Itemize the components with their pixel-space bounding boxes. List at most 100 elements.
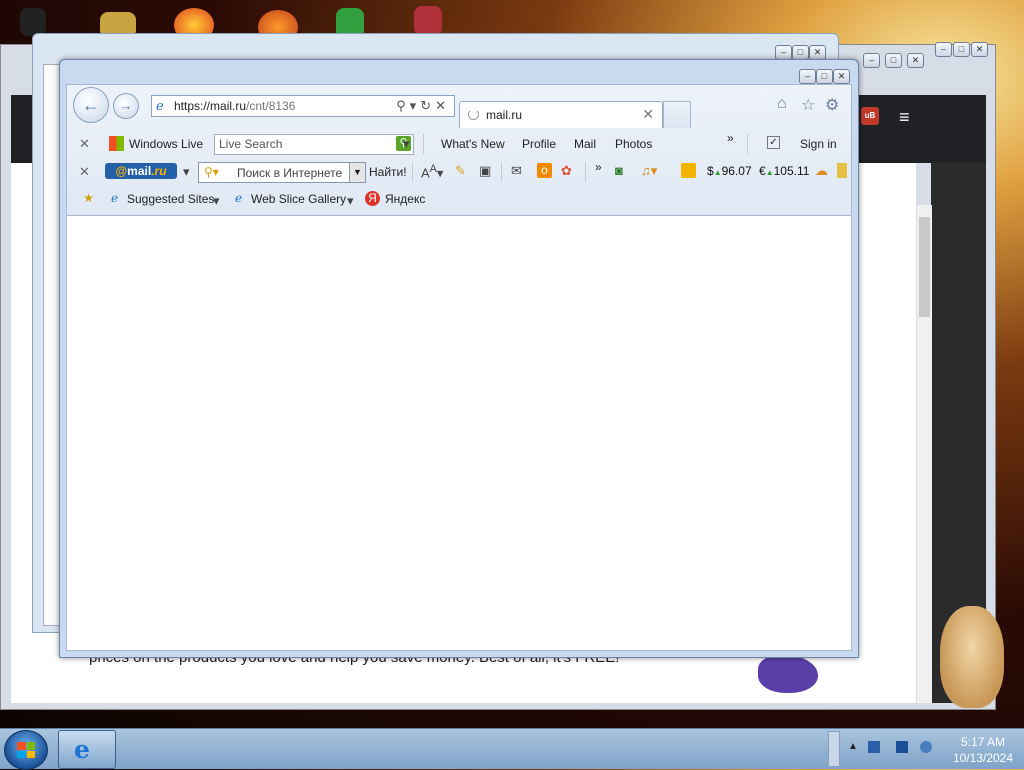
ie-icon: e xyxy=(74,735,90,764)
home-icon[interactable]: ⌂ xyxy=(777,95,787,113)
bgie-minimize-button[interactable]: – xyxy=(775,45,792,60)
tab-mailru[interactable]: mail.ru ✕ xyxy=(459,101,663,128)
music-icon[interactable]: ♫▾ xyxy=(641,163,657,179)
menu-icon[interactable]: ≡ xyxy=(899,107,910,128)
bg2-maximize-button[interactable]: □ xyxy=(953,42,970,57)
more-chevron[interactable]: » xyxy=(595,160,602,174)
eur-rate[interactable]: €▲105.11 xyxy=(759,164,809,178)
favorites-star-icon[interactable]: ☆ xyxy=(801,95,815,115)
page-content[interactable] xyxy=(66,215,852,651)
purple-mascot xyxy=(758,655,818,693)
divider xyxy=(412,162,413,182)
mailru-search-input[interactable]: ⚲▾ Поиск в Интернете ▼ xyxy=(198,162,366,183)
bg-maximize-button[interactable]: □ xyxy=(885,53,902,68)
bg2-close-button[interactable]: ✕ xyxy=(971,42,988,57)
address-bar[interactable]: ℯ https://mail.ru/cnt/8136 ⚲▾↻✕ xyxy=(151,95,455,117)
toolbar-close-icon[interactable]: ✕ xyxy=(79,164,90,180)
mail-icon[interactable]: ✉ xyxy=(511,163,522,179)
new-tab-button[interactable] xyxy=(663,101,691,128)
clock-date: 10/13/2024 xyxy=(952,751,1014,765)
link-profile[interactable]: Profile xyxy=(522,137,556,151)
search-dropdown-icon[interactable]: ▾ xyxy=(403,136,410,152)
hamster-mascot xyxy=(940,606,1004,708)
dropdown-icon[interactable]: ▾ xyxy=(213,193,220,209)
bg-close-button[interactable]: ✕ xyxy=(907,53,924,68)
close-button[interactable]: ✕ xyxy=(833,69,850,84)
scroll-thumb[interactable] xyxy=(919,217,930,317)
flag-icon[interactable] xyxy=(868,741,880,753)
start-button[interactable] xyxy=(4,730,48,770)
search-icon[interactable]: ⚲ xyxy=(396,98,410,113)
minimize-button[interactable]: – xyxy=(799,69,816,84)
desktop-icon-red[interactable] xyxy=(414,6,442,36)
volume-icon[interactable] xyxy=(920,741,932,753)
address-url[interactable]: https://mail.ru/cnt/8136 xyxy=(174,99,295,113)
forward-button[interactable]: → xyxy=(113,93,139,119)
link-whats-new[interactable]: What's New xyxy=(441,137,505,151)
ie-toolbar-area: ← → ℯ https://mail.ru/cnt/8136 ⚲▾↻✕ mail… xyxy=(66,84,852,216)
tray-scroll-icon[interactable] xyxy=(828,731,840,767)
ie-page-icon: ℯ xyxy=(156,98,164,113)
back-button[interactable]: ← xyxy=(73,87,109,123)
show-hidden-icon[interactable]: ▲ xyxy=(848,741,860,753)
search-dropdown-icon[interactable]: ▼ xyxy=(349,163,365,182)
ublock-icon[interactable]: uB xyxy=(861,107,879,125)
ie-window[interactable]: – □ ✕ ← → ℯ https://mail.ru/cnt/8136 ⚲▾↻… xyxy=(59,59,859,658)
more-chevron[interactable]: » xyxy=(727,131,734,145)
maximize-button[interactable]: □ xyxy=(816,69,833,84)
stop-icon[interactable]: ✕ xyxy=(435,98,450,113)
at-icon[interactable]: ◙ xyxy=(615,163,623,178)
divider xyxy=(747,134,748,154)
divider xyxy=(423,134,424,154)
desktop-icon-1[interactable] xyxy=(20,8,46,36)
web-slice-gallery-link[interactable]: Web Slice Gallery xyxy=(251,192,346,206)
dropdown-icon[interactable]: ▾ xyxy=(347,193,354,209)
favorites-bar: ★ ℯ Suggested Sites ▾ ℯ Web Slice Galler… xyxy=(67,187,851,215)
yandex-icon: Я xyxy=(365,191,380,206)
link-mail[interactable]: Mail xyxy=(574,137,596,151)
windows-flag-icon xyxy=(109,136,124,151)
dropdown-icon[interactable]: ▾ xyxy=(410,98,421,113)
overflow-icon[interactable] xyxy=(837,163,847,178)
bg-minimize-button[interactable]: – xyxy=(863,53,880,68)
bgie-maximize-button[interactable]: □ xyxy=(792,45,809,60)
highlighter-icon[interactable]: ✎ xyxy=(455,163,466,179)
live-search-input[interactable]: Live Search ⚲ xyxy=(214,134,414,155)
bg2-minimize-button[interactable]: – xyxy=(935,42,952,57)
games-icon[interactable] xyxy=(681,163,696,178)
divider xyxy=(501,162,502,182)
bgie-close-button[interactable]: ✕ xyxy=(809,45,826,60)
suggested-sites-link[interactable]: Suggested Sites xyxy=(127,192,214,206)
logo-dropdown-icon[interactable]: ▾ xyxy=(183,164,190,180)
usd-rate[interactable]: $▲96.07 xyxy=(707,164,752,178)
weather-icon[interactable]: ☁ xyxy=(815,163,828,179)
ie-icon: ℯ xyxy=(110,191,119,205)
font-size-icon[interactable]: AA▾ xyxy=(421,163,443,181)
background-scrollbar[interactable] xyxy=(916,205,932,703)
refresh-icon[interactable]: ↻ xyxy=(420,98,435,113)
toolbar-close-icon[interactable]: ✕ xyxy=(79,136,90,152)
screenshot-icon[interactable]: ▣ xyxy=(479,163,491,179)
odnoklassniki-icon[interactable]: о xyxy=(537,163,552,178)
loading-icon xyxy=(468,109,479,120)
settings-gear-icon[interactable]: ⚙ xyxy=(825,95,839,115)
agent-icon[interactable]: ✿ xyxy=(561,163,572,179)
tab-close-icon[interactable]: ✕ xyxy=(642,106,654,123)
yandex-link[interactable]: Яндекс xyxy=(385,192,425,206)
sign-in-link[interactable]: Sign in xyxy=(800,137,837,151)
search-icon: ⚲▾ xyxy=(204,165,219,179)
taskbar-clock[interactable]: 5:17 AM 10/13/2024 xyxy=(944,734,1022,766)
link-photos[interactable]: Photos xyxy=(615,137,652,151)
windows-live-brand[interactable]: Windows Live xyxy=(129,137,203,151)
windows-live-toolbar: ✕ Windows Live Live Search ⚲ ▾ What's Ne… xyxy=(67,130,851,158)
address-tools[interactable]: ⚲▾↻✕ xyxy=(396,98,450,114)
mailru-toolbar: ✕ @mail.ru ▾ ⚲▾ Поиск в Интернете ▼ Найт… xyxy=(67,158,851,186)
taskbar-ie-button[interactable]: e xyxy=(58,730,116,769)
find-button[interactable]: Найти! xyxy=(369,165,407,179)
network-icon[interactable] xyxy=(896,741,908,753)
checkbox-icon[interactable]: ✓ xyxy=(767,136,780,149)
ie-icon: ℯ xyxy=(234,191,243,205)
mailru-logo[interactable]: @mail.ru xyxy=(105,163,177,179)
divider xyxy=(585,162,586,182)
add-favorites-icon[interactable]: ★ xyxy=(81,191,96,206)
